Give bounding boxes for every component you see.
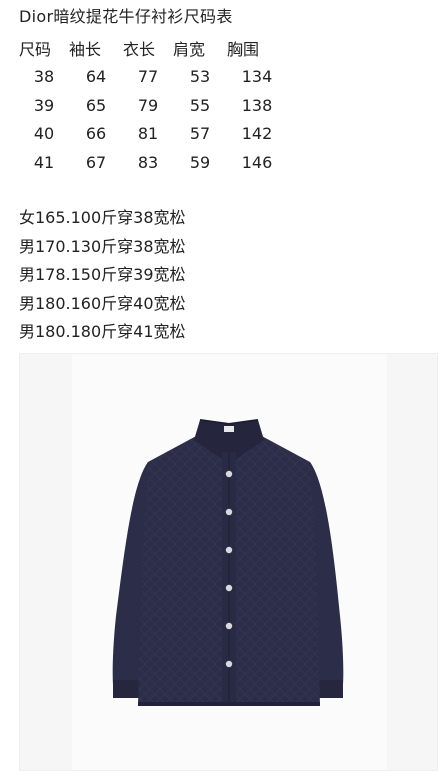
table-row: 39 65 79 55 138 xyxy=(19,91,287,120)
cell-shoulder-width: 55 xyxy=(189,95,211,115)
cell-body-length: 81 xyxy=(137,124,159,144)
size-table: 尺码 袖长 衣长 肩宽 胸围 38 64 77 53 134 39 65 79 … xyxy=(19,34,287,177)
cell-size: 41 xyxy=(33,152,55,172)
fit-recommendation-line: 女165.100斤穿38宽松 xyxy=(19,208,186,227)
fit-recommendation-line: 男180.180斤穿41宽松 xyxy=(19,322,186,341)
button-icon xyxy=(225,622,233,630)
button-icon xyxy=(225,546,233,554)
product-photo xyxy=(19,353,438,771)
fit-recommendation-line: 男180.160斤穿40宽松 xyxy=(19,293,186,313)
header-shoulder-width: 肩宽 xyxy=(173,40,206,60)
cell-sleeve-length: 66 xyxy=(85,124,107,144)
right-cuff xyxy=(317,680,343,698)
size-chart-title: Dior暗纹提花牛仔衬衫尺码表 xyxy=(19,7,233,26)
cell-chest: 134 xyxy=(241,67,273,87)
cell-chest: 138 xyxy=(241,95,273,115)
fit-recommendation-line: 男178.150斤穿39宽松 xyxy=(19,265,186,284)
cell-shoulder-width: 59 xyxy=(189,152,211,172)
header-sleeve-length: 袖长 xyxy=(69,40,102,60)
cell-size: 39 xyxy=(33,95,55,115)
header-size: 尺码 xyxy=(19,40,52,60)
cell-chest: 146 xyxy=(241,152,273,172)
cell-size: 38 xyxy=(33,67,55,87)
cell-body-length: 83 xyxy=(137,152,159,172)
table-header-row: 尺码 袖长 衣长 肩宽 胸围 xyxy=(19,34,287,63)
cell-body-length: 79 xyxy=(137,95,159,115)
cell-shoulder-width: 53 xyxy=(189,67,211,87)
neck-label xyxy=(224,426,234,432)
cell-sleeve-length: 65 xyxy=(85,95,107,115)
fit-recommendation-line: 男170.130斤穿38宽松 xyxy=(19,236,186,256)
cell-size: 40 xyxy=(33,124,55,144)
button-icon xyxy=(225,508,233,516)
cell-body-length: 77 xyxy=(137,67,159,87)
fit-recommendation-list: 女165.100斤穿38宽松 男170.130斤穿38宽松 男178.150斤穿… xyxy=(19,204,186,347)
cell-sleeve-length: 67 xyxy=(85,152,107,172)
table-row: 40 66 81 57 142 xyxy=(19,120,287,149)
cell-chest: 142 xyxy=(241,124,273,144)
cell-shoulder-width: 57 xyxy=(189,124,211,144)
table-row: 38 64 77 53 134 xyxy=(19,63,287,92)
button-icon xyxy=(225,584,233,592)
left-cuff xyxy=(113,680,139,698)
shirt-illustration xyxy=(112,419,344,706)
button-icon xyxy=(225,660,233,668)
header-chest: 胸围 xyxy=(227,40,260,60)
button-icon xyxy=(225,470,233,478)
header-body-length: 衣长 xyxy=(123,40,156,60)
cell-sleeve-length: 64 xyxy=(85,67,107,87)
table-row: 41 67 83 59 146 xyxy=(19,148,287,177)
